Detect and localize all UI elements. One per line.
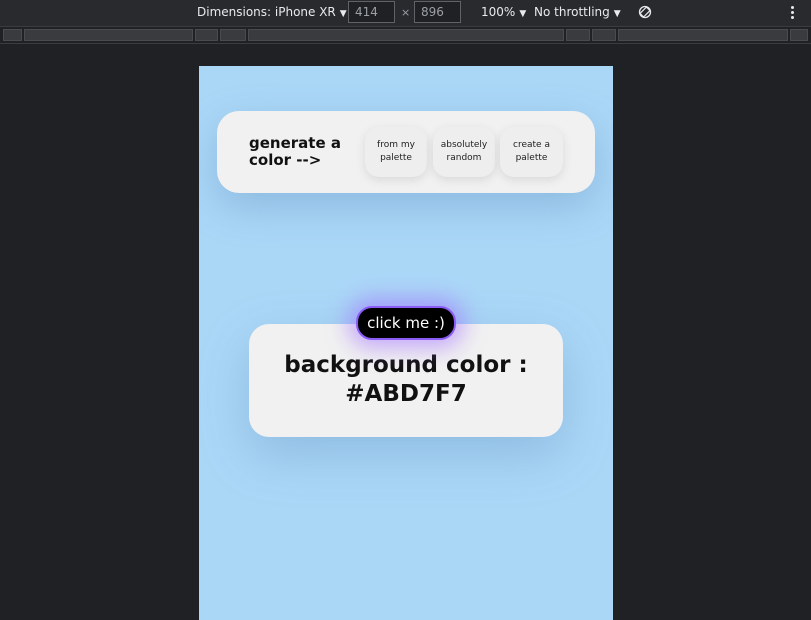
media-query-segment[interactable] xyxy=(790,29,808,41)
rotate-icon[interactable] xyxy=(638,5,652,19)
zoom-label: 100% xyxy=(481,5,516,19)
media-query-segment[interactable] xyxy=(618,29,788,41)
width-input[interactable] xyxy=(348,1,395,23)
chevron-down-icon: ▼ xyxy=(519,9,527,19)
from-palette-button[interactable]: from my palette xyxy=(365,127,427,177)
more-options-icon[interactable] xyxy=(787,4,797,22)
media-query-segment[interactable] xyxy=(24,29,193,41)
zoom-selector[interactable]: 100% ▼ xyxy=(481,5,526,19)
generate-panel: generate a color --> from my palette abs… xyxy=(217,111,595,193)
throttling-selector[interactable]: No throttling ▼ xyxy=(534,5,621,19)
media-query-segment[interactable] xyxy=(3,29,22,41)
media-query-segment[interactable] xyxy=(195,29,218,41)
media-query-segment[interactable] xyxy=(248,29,564,41)
generate-title: generate a color --> xyxy=(249,134,341,169)
click-me-button[interactable]: click me :) xyxy=(356,306,456,340)
device-selector[interactable]: Dimensions: iPhone XR ▼ xyxy=(197,5,347,19)
height-input[interactable] xyxy=(414,1,461,23)
device-toolbar: Dimensions: iPhone XR▼ × 100%▼ No thrott… xyxy=(0,0,811,27)
throttling-label: No throttling xyxy=(534,5,610,19)
chevron-down-icon: ▼ xyxy=(339,9,347,19)
media-query-segment[interactable] xyxy=(566,29,590,41)
times-icon: × xyxy=(401,6,411,19)
device-selector-label: Dimensions: iPhone XR xyxy=(197,5,336,19)
background-color-label: background color : #ABD7F7 xyxy=(284,352,528,407)
device-viewport: generate a color --> from my palette abs… xyxy=(199,66,613,620)
media-query-segment[interactable] xyxy=(592,29,616,41)
color-display-card: background color : #ABD7F7 xyxy=(249,324,563,437)
chevron-down-icon: ▼ xyxy=(613,9,621,19)
create-palette-button[interactable]: create a palette xyxy=(500,127,563,177)
random-color-button[interactable]: absolutely random xyxy=(433,127,495,177)
media-query-segment[interactable] xyxy=(220,29,246,41)
media-query-bar xyxy=(0,27,811,44)
